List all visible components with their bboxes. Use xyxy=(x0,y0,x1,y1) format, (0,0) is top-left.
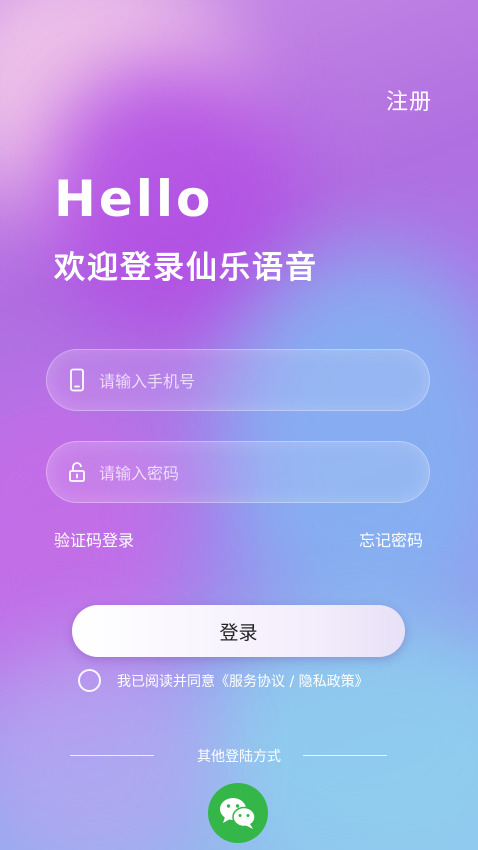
phone-icon xyxy=(67,368,87,392)
password-field[interactable] xyxy=(46,441,430,504)
other-login-title: 其他登陆方式 xyxy=(197,749,281,765)
welcome-subtitle: 欢迎登录仙乐语音 xyxy=(54,250,318,286)
greeting-title: Hello xyxy=(54,170,214,228)
agree-checkbox[interactable] xyxy=(78,669,101,692)
forgot-password-link[interactable]: 忘记密码 xyxy=(359,527,423,551)
lock-icon xyxy=(67,460,87,484)
sms-login-link[interactable]: 验证码登录 xyxy=(54,527,134,551)
agreement-prefix: 我已阅读并同意 xyxy=(117,673,215,690)
phone-field[interactable] xyxy=(46,349,430,412)
divider-line-right xyxy=(303,755,387,756)
other-login-divider: 其他登陆方式 xyxy=(0,746,478,766)
login-button[interactable]: 登录 xyxy=(72,605,405,657)
password-input[interactable] xyxy=(97,442,411,504)
background xyxy=(0,0,478,850)
phone-input[interactable] xyxy=(97,350,411,412)
wechat-login-button[interactable] xyxy=(208,783,268,843)
wechat-icon xyxy=(220,798,256,829)
agreement-row: 我已阅读并同意 《服务协议 / 隐私政策》 xyxy=(78,669,369,692)
register-link[interactable]: 注册 xyxy=(386,84,432,116)
policy-link[interactable]: 《服务协议 / 隐私政策》 xyxy=(215,671,369,691)
